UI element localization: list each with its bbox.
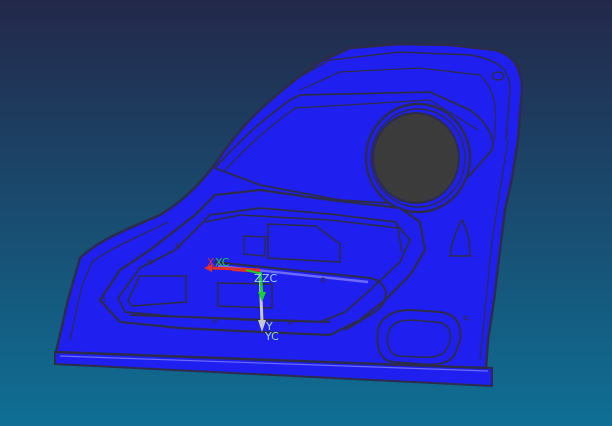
cavity-cutout-small (243, 235, 267, 257)
cad-viewport[interactable]: X XC Z ZC Y YC (0, 0, 612, 426)
model-scene[interactable]: X XC Z ZC Y YC (0, 0, 612, 426)
x-axis-label: X (207, 256, 215, 269)
xc-axis-label: XC (215, 256, 230, 269)
yc-axis-label: YC (264, 330, 279, 343)
switch-bezel-inner (386, 319, 452, 359)
zc-axis-label: ZC (262, 272, 278, 285)
speaker-cone (372, 112, 460, 204)
z-axis-label: Z (254, 272, 262, 285)
